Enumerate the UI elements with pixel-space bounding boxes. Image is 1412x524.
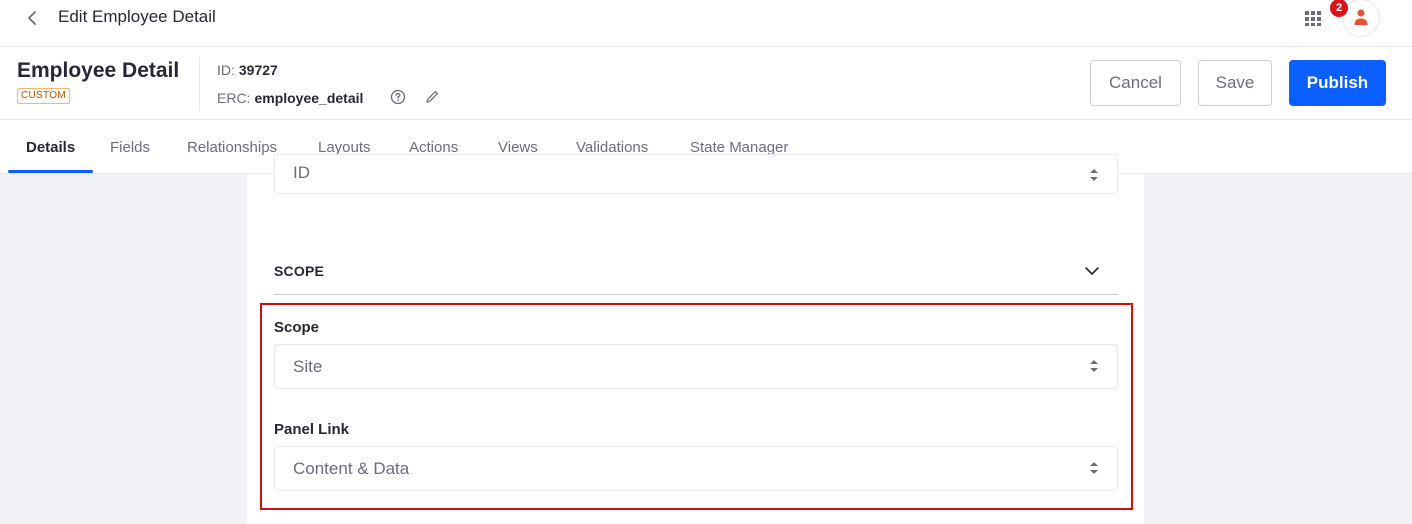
id-value: 39727 [238,62,278,78]
pencil-icon[interactable] [424,89,440,105]
user-icon [1354,9,1368,25]
tab-details[interactable]: Details [26,120,75,174]
header-divider [199,57,200,111]
object-erc: ERC: employee_detail [217,90,363,106]
object-title: Employee Detail [17,59,180,82]
tab-relationships[interactable]: Relationships [187,120,277,174]
scope-section-title: SCOPE [274,263,325,279]
erc-value: employee_detail [254,90,364,106]
details-card: ID SCOPE Scope Site Panel Link Content &… [247,154,1144,524]
title-field-select[interactable]: ID [274,154,1118,194]
panel-link-value: Content & Data [293,459,410,478]
custom-badge: CUSTOM [17,88,70,104]
panel-link-label: Panel Link [274,421,350,438]
object-header: Employee Detail CUSTOM ID: 39727 ERC: empl… [0,47,1412,120]
back-chevron-icon[interactable] [22,8,42,28]
scope-select[interactable]: Site [274,344,1118,389]
scope-value: Site [293,357,323,376]
publish-button[interactable]: Publish [1289,60,1386,106]
top-bar: Edit Employee Detail 2 [0,0,1412,47]
id-label: ID: [217,62,235,78]
title-field-value: ID [293,163,310,182]
chevron-down-icon[interactable] [1084,263,1100,279]
select-caret-icon [1088,167,1100,183]
apps-grid-icon[interactable] [1304,8,1322,26]
object-id: ID: 39727 [217,62,278,78]
section-divider [274,294,1118,295]
active-tab-indicator [8,170,93,173]
page-title: Edit Employee Detail [58,7,216,26]
tab-fields[interactable]: Fields [110,120,150,174]
help-icon[interactable] [390,89,406,105]
scope-label: Scope [274,319,320,336]
select-caret-icon [1088,460,1100,476]
cancel-button[interactable]: Cancel [1090,60,1181,106]
erc-label: ERC: [217,90,251,106]
save-button[interactable]: Save [1198,60,1272,106]
panel-link-select[interactable]: Content & Data [274,446,1118,491]
select-caret-icon [1088,358,1100,374]
